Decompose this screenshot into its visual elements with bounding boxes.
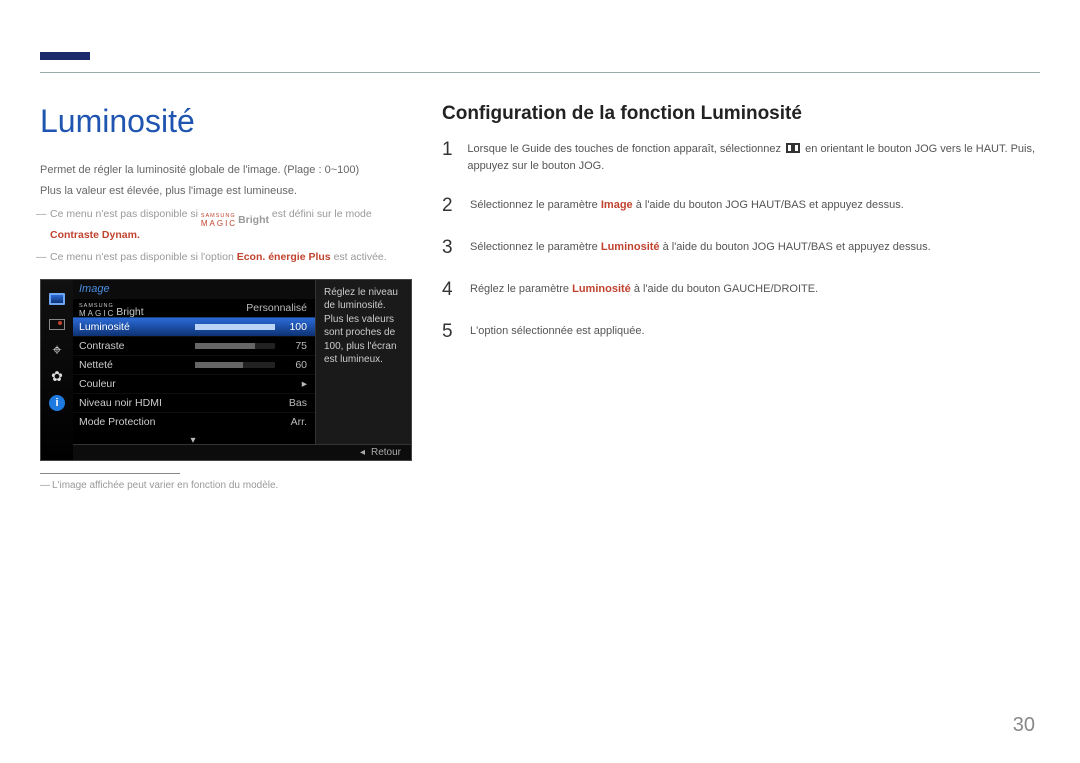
osd-screenshot: ⌖ ✿ i Image SAMSUNGMAGICBright Personnal… [40,279,412,461]
osd-row-magicbright: SAMSUNGMAGICBright Personnalisé [73,298,315,317]
page-number: 30 [1013,714,1035,737]
footnote-divider [40,473,180,474]
step-number: 3 [442,237,456,259]
note-1: Ce menu n'est pas disponible si SAMSUNGM… [50,207,412,242]
step-text: Sélectionnez le paramètre Luminosité à l… [470,237,931,259]
step-2: 2 Sélectionnez le paramètre Image à l'ai… [442,195,1040,217]
step-1: 1 Lorsque le Guide des touches de foncti… [442,139,1040,175]
osd-back-label: Retour [371,447,401,458]
top-rule [40,72,1040,73]
back-arrow-icon: ◂ [360,447,365,458]
osd-footer: ◂ Retour [73,444,411,460]
menu-icon [786,143,800,153]
step-text: Lorsque le Guide des touches de fonction… [467,139,1040,175]
osd-row-contraste: Contraste 75 [73,336,315,355]
body-text: Plus la valeur est élevée, plus l'image … [40,183,412,200]
osd-row-hdmi: Niveau noir HDMI Bas [73,393,315,412]
crosshair-icon: ⌖ [48,342,66,360]
step-number: 5 [442,321,456,343]
osd-row-couleur: Couleur ▸ [73,374,315,393]
step-number: 1 [442,139,453,175]
footnote: L'image affichée peut varier en fonction… [40,480,412,491]
osd-help-text: Réglez le niveau de luminosité. Plus les… [315,280,411,460]
step-4: 4 Réglez le paramètre Luminosité à l'aid… [442,279,1040,301]
step-5: 5 L'option sélectionnée est appliquée. [442,321,1040,343]
step-3: 3 Sélectionnez le paramètre Luminosité à… [442,237,1040,259]
step-number: 4 [442,279,456,301]
picture-icon [48,316,66,334]
step-text: Sélectionnez le paramètre Image à l'aide… [470,195,904,217]
step-text: L'option sélectionnée est appliquée. [470,321,645,343]
step-text: Réglez le paramètre Luminosité à l'aide … [470,279,818,301]
osd-row-luminosite: Luminosité 100 [73,317,315,336]
osd-nav: ⌖ ✿ i [41,280,73,460]
body-text: Permet de régler la luminosité globale d… [40,162,412,179]
step-number: 2 [442,195,456,217]
monitor-icon [48,290,66,308]
section-title: Luminosité [40,103,412,140]
chapter-mark [40,52,90,60]
gear-icon: ✿ [48,368,66,386]
info-icon: i [48,394,66,412]
note-2: Ce menu n'est pas disponible si l'option… [50,250,412,265]
osd-row-protection: Mode Protection Arr. [73,412,315,431]
right-title: Configuration de la fonction Luminosité [442,103,1040,125]
osd-title: Image [73,280,315,298]
osd-row-nettete: Netteté 60 [73,355,315,374]
